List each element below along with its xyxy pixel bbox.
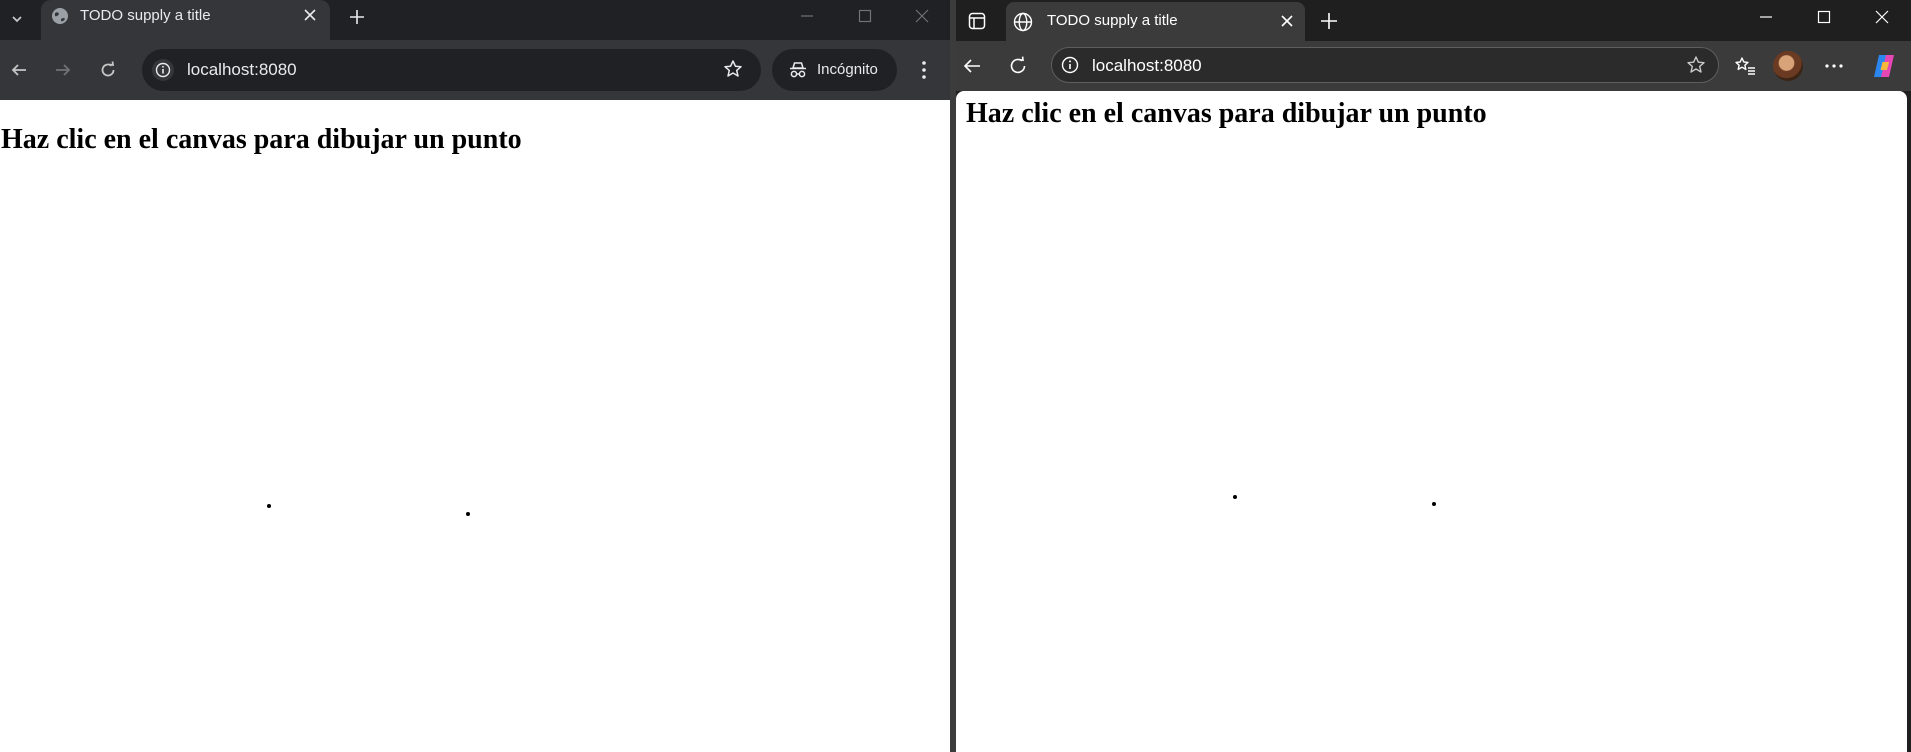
bookmark-star-icon[interactable] (723, 59, 743, 84)
favorites-list-icon[interactable] (1729, 50, 1761, 82)
incognito-icon (788, 60, 808, 85)
site-info-icon[interactable] (1061, 56, 1079, 79)
incognito-button[interactable]: Incógnito (772, 49, 897, 91)
incognito-label: Incógnito (817, 61, 878, 78)
globe-icon (51, 7, 69, 25)
chrome-active-tab[interactable]: TODO supply a title (41, 0, 330, 40)
more-menu-icon[interactable] (909, 55, 939, 85)
address-bar[interactable]: localhost:8080 (1051, 47, 1719, 83)
reload-icon[interactable] (93, 55, 123, 85)
address-url: localhost:8080 (1092, 56, 1202, 75)
chrome-page-canvas[interactable]: Haz clic en el canvas para dibujar un pu… (0, 100, 950, 752)
canvas-point (267, 504, 271, 508)
back-arrow-icon[interactable] (4, 55, 34, 85)
edge-tab-strip: TODO supply a title (956, 0, 1911, 41)
minimize-icon[interactable] (778, 0, 836, 32)
page-heading: Haz clic en el canvas para dibujar un pu… (966, 98, 1487, 129)
chrome-toolbar: localhost:8080 Incógnito (0, 40, 950, 100)
back-arrow-icon[interactable] (956, 50, 988, 82)
site-info-icon[interactable] (152, 59, 174, 81)
close-window-icon[interactable] (893, 0, 950, 32)
address-url: localhost:8080 (187, 60, 297, 79)
tab-close-icon[interactable] (1277, 11, 1297, 31)
reload-icon[interactable] (1002, 50, 1034, 82)
favorite-star-icon[interactable] (1686, 55, 1706, 80)
new-tab-plus-icon[interactable] (1316, 8, 1342, 34)
maximize-icon[interactable] (836, 0, 894, 32)
edge-active-tab[interactable]: TODO supply a title (1006, 2, 1305, 41)
forward-arrow-icon[interactable] (48, 55, 78, 85)
edge-toolbar: localhost:8080 (956, 41, 1911, 91)
maximize-icon[interactable] (1795, 0, 1853, 34)
chrome-tab-strip: TODO supply a title (0, 0, 950, 40)
close-window-icon[interactable] (1853, 0, 1911, 34)
chrome-window: TODO supply a title localhost:8080 Incóg… (0, 0, 950, 752)
tab-close-icon[interactable] (300, 5, 320, 25)
profile-avatar[interactable] (1773, 51, 1803, 81)
tab-actions-icon[interactable] (964, 8, 990, 34)
minimize-icon[interactable] (1737, 0, 1795, 34)
new-tab-plus-icon[interactable] (345, 5, 369, 29)
globe-icon (1013, 12, 1033, 37)
address-bar[interactable]: localhost:8080 (142, 49, 761, 91)
tab-search-chevron-icon[interactable] (4, 6, 30, 32)
canvas-point (1432, 502, 1436, 506)
canvas-point (466, 512, 470, 516)
edge-window: TODO supply a title localhost:8080 Haz c… (956, 0, 1911, 752)
page-heading: Haz clic en el canvas para dibujar un pu… (1, 124, 522, 155)
edge-page-canvas[interactable]: Haz clic en el canvas para dibujar un pu… (956, 91, 1907, 752)
tab-title: TODO supply a title (80, 7, 211, 24)
tab-title: TODO supply a title (1047, 12, 1178, 29)
canvas-point (1233, 495, 1237, 499)
copilot-icon[interactable] (1868, 50, 1900, 82)
settings-more-icon[interactable] (1818, 50, 1850, 82)
